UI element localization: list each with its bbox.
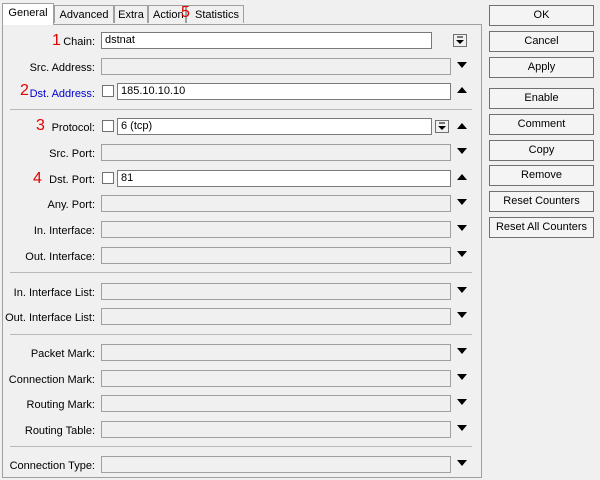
chain-dropdown-button[interactable] — [453, 34, 467, 47]
separator — [10, 334, 472, 335]
remove-button[interactable]: Remove — [489, 165, 594, 186]
src-address-label: Src. Address: — [29, 62, 95, 74]
src-address-field[interactable] — [101, 58, 451, 75]
in-interface-label: In. Interface: — [33, 225, 95, 237]
reset-all-counters-button[interactable]: Reset All Counters — [489, 217, 594, 238]
in-interface-field[interactable] — [101, 221, 451, 238]
dst-port-label: Dst. Port: — [49, 174, 95, 186]
protocol-dropdown-button[interactable] — [435, 120, 449, 133]
expand-down-icon[interactable] — [457, 251, 467, 259]
dropdown-icon — [438, 122, 446, 130]
expand-down-icon[interactable] — [457, 225, 467, 233]
in-interface-list-label: In. Interface List: — [13, 287, 95, 299]
out-interface-label: Out. Interface: — [25, 251, 95, 263]
ok-button[interactable]: OK — [489, 5, 594, 26]
src-port-label: Src. Port: — [49, 148, 95, 160]
cancel-button[interactable]: Cancel — [489, 31, 594, 52]
src-port-field[interactable] — [101, 144, 451, 161]
annotation-2: 2 — [20, 82, 29, 99]
separator — [10, 446, 472, 447]
annotation-1: 1 — [52, 32, 61, 49]
expand-down-icon[interactable] — [457, 287, 467, 295]
separator — [10, 272, 472, 273]
chain-field[interactable]: dstnat — [101, 32, 432, 49]
connection-type-field[interactable] — [101, 456, 451, 473]
collapse-up-icon[interactable] — [457, 123, 467, 131]
collapse-up-icon[interactable] — [457, 87, 467, 95]
expand-down-icon[interactable] — [457, 348, 467, 356]
routing-mark-field[interactable] — [101, 395, 451, 412]
in-interface-list-field[interactable] — [101, 283, 451, 300]
annotation-4: 4 — [33, 170, 42, 187]
comment-button[interactable]: Comment — [489, 114, 594, 135]
enable-button[interactable]: Enable — [489, 88, 594, 109]
chain-label: Chain: — [63, 36, 95, 48]
annotation-3: 3 — [36, 117, 45, 134]
apply-button[interactable]: Apply — [489, 57, 594, 78]
expand-down-icon[interactable] — [457, 399, 467, 407]
expand-down-icon[interactable] — [457, 460, 467, 468]
protocol-field[interactable]: 6 (tcp) — [117, 118, 432, 135]
dst-port-invert-checkbox[interactable] — [102, 172, 114, 184]
annotation-5: 5 — [181, 4, 190, 21]
connection-mark-label: Connection Mark: — [8, 374, 95, 386]
connection-mark-field[interactable] — [101, 370, 451, 387]
tab-advanced[interactable]: Advanced — [54, 5, 114, 23]
expand-down-icon[interactable] — [457, 374, 467, 382]
expand-down-icon[interactable] — [457, 425, 467, 433]
connection-type-label: Connection Type: — [9, 460, 95, 472]
protocol-label: Protocol: — [51, 122, 95, 134]
collapse-up-icon[interactable] — [457, 174, 467, 182]
packet-mark-field[interactable] — [101, 344, 451, 361]
any-port-label: Any. Port: — [47, 199, 95, 211]
out-interface-list-field[interactable] — [101, 308, 451, 325]
dst-address-invert-checkbox[interactable] — [102, 85, 114, 97]
packet-mark-label: Packet Mark: — [30, 348, 95, 360]
routing-mark-label: Routing Mark: — [26, 399, 95, 411]
reset-counters-button[interactable]: Reset Counters — [489, 191, 594, 212]
protocol-invert-checkbox[interactable] — [102, 120, 114, 132]
copy-button[interactable]: Copy — [489, 140, 594, 161]
any-port-field[interactable] — [101, 195, 451, 212]
expand-down-icon[interactable] — [457, 199, 467, 207]
tab-statistics[interactable]: Statistics — [186, 5, 244, 23]
expand-down-icon[interactable] — [457, 312, 467, 320]
expand-down-icon[interactable] — [457, 148, 467, 156]
out-interface-field[interactable] — [101, 247, 451, 264]
separator — [10, 109, 472, 110]
expand-down-icon[interactable] — [457, 62, 467, 70]
tab-extra[interactable]: Extra — [114, 5, 148, 23]
dst-address-label: Dst. Address: — [29, 88, 95, 100]
routing-table-label: Routing Table: — [24, 425, 95, 437]
out-interface-list-label: Out. Interface List: — [5, 312, 95, 324]
dst-port-field[interactable]: 81 — [117, 170, 451, 187]
dst-address-field[interactable]: 185.10.10.10 — [117, 83, 451, 100]
tab-general[interactable]: General — [2, 3, 54, 25]
dropdown-icon — [456, 36, 464, 44]
routing-table-field[interactable] — [101, 421, 451, 438]
